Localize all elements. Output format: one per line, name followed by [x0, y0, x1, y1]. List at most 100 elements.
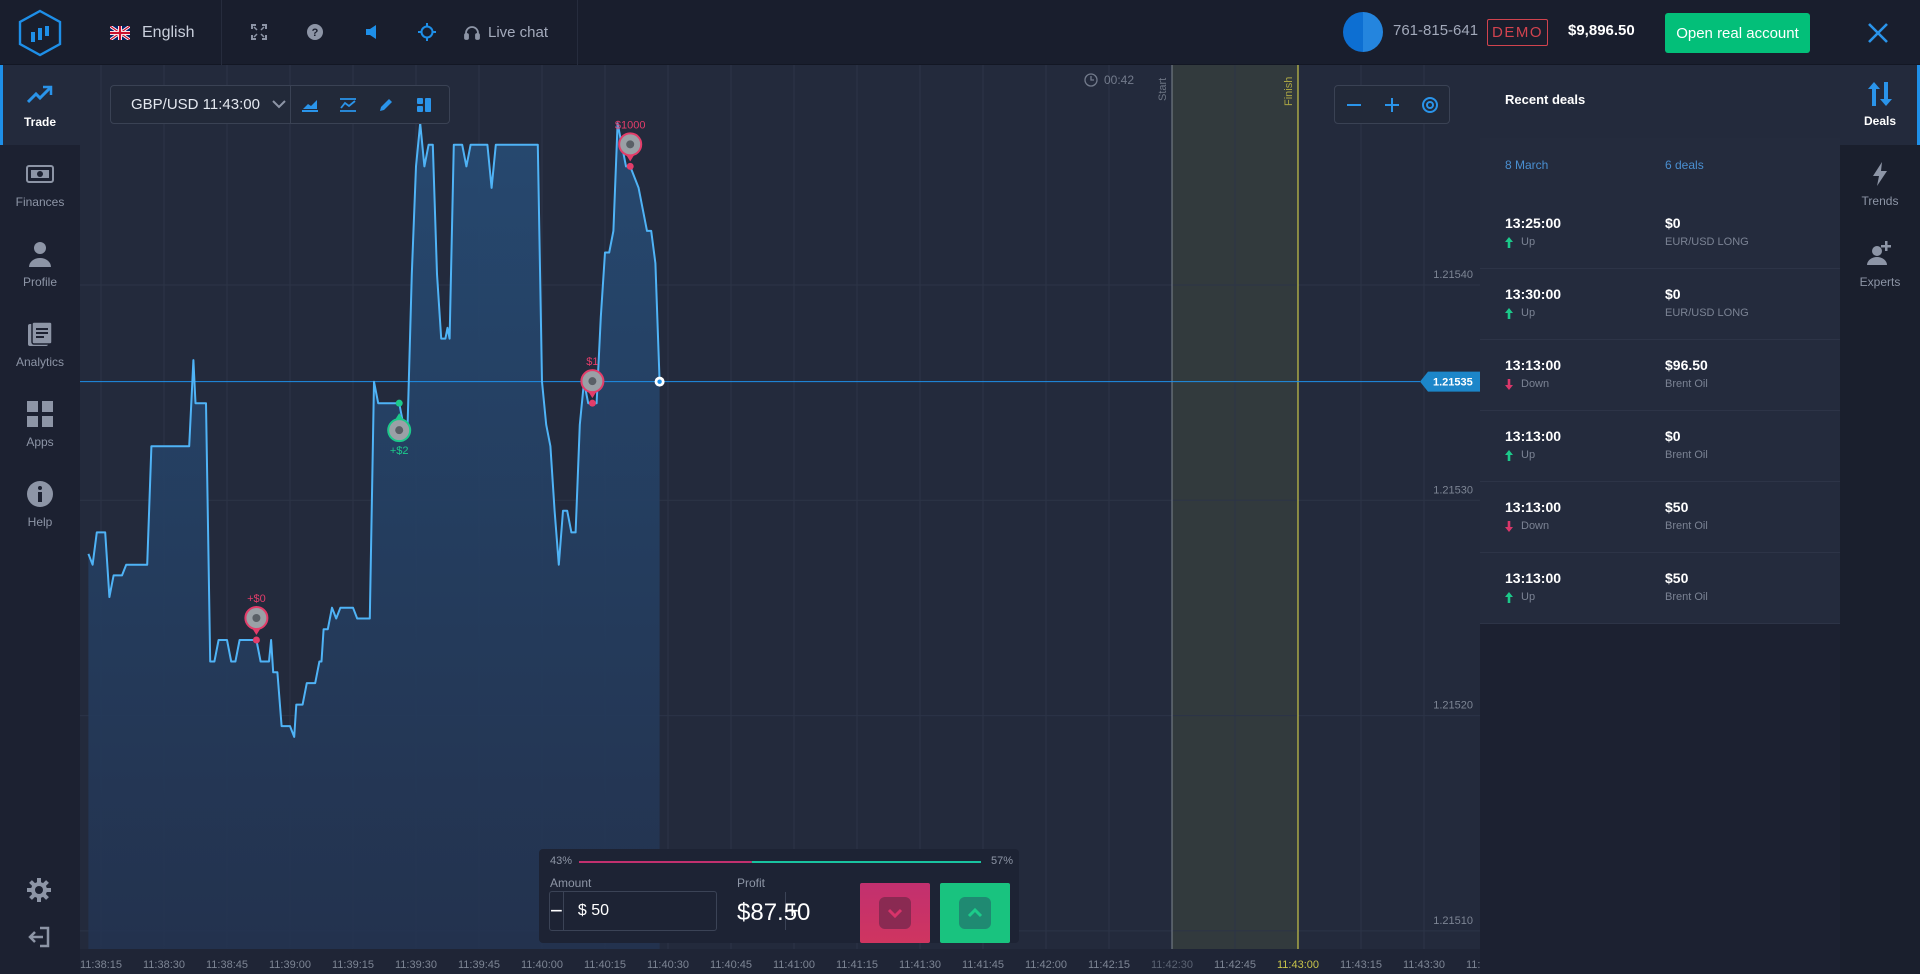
headset-icon — [464, 25, 480, 40]
y-tick-label: 1.21540 — [1433, 269, 1473, 281]
language-label: English — [142, 23, 195, 41]
x-tick-label: 11:43:15 — [1340, 959, 1382, 971]
deal-avatar-detail — [395, 426, 404, 435]
profit-label: Profit — [737, 876, 766, 890]
x-tick-label: 11:41:30 — [899, 959, 941, 971]
deal-row[interactable]: 13:13:00 Down $96.50 Brent Oil — [1480, 340, 1840, 411]
deal-row[interactable]: 13:25:00 Up $0 EUR/USD LONG — [1480, 198, 1840, 269]
deal-anchor-dot — [588, 399, 596, 407]
logout-icon[interactable] — [24, 922, 54, 952]
pencil-icon[interactable] — [367, 86, 405, 123]
current-price-label: 1.21535 — [1433, 377, 1473, 389]
arrow-up-icon — [1505, 591, 1513, 603]
sidebar-label: Finances — [15, 195, 65, 209]
sidebar-item-trade[interactable]: Trade — [0, 65, 80, 145]
amount-stepper: − + — [549, 891, 799, 931]
deal-asset: Brent Oil — [1665, 591, 1708, 603]
chart-toolbar: GBP/USD 11:43:00 — [110, 85, 450, 124]
x-tick-label: 11:40:15 — [584, 959, 626, 971]
deal-time: 13:30:00 — [1505, 286, 1562, 302]
sidebar-item-analytics[interactable]: Analytics — [0, 305, 80, 385]
document-icon — [26, 321, 54, 347]
grid-icon — [26, 401, 54, 427]
avatar[interactable] — [1343, 12, 1383, 52]
chart-canvas[interactable]: Start Finish +$0 +$2 $1 $1000 1.21540 1.21530 1.… — [80, 65, 1480, 974]
x-tick-label: 11:42:45 — [1214, 959, 1256, 971]
deals-list: 8 March 6 deals 13:25:00 Up $0 EUR/USD LONG… — [1480, 138, 1840, 974]
deal-direction: Down — [1505, 378, 1549, 390]
decrease-amount-button[interactable]: − — [550, 892, 563, 930]
gear-icon[interactable] — [24, 875, 54, 905]
sidebar-label: Apps — [26, 435, 54, 449]
deal-asset: EUR/USD LONG — [1665, 236, 1749, 248]
asset-selector[interactable]: GBP/USD 11:43:00 — [111, 86, 291, 123]
deal-asset: Brent Oil — [1665, 378, 1708, 390]
demo-badge[interactable]: DEMO — [1487, 19, 1548, 46]
deal-avatar-detail — [626, 140, 635, 149]
sidebar-item-profile[interactable]: Profile — [0, 225, 80, 305]
sidebar-item-trends[interactable]: Trends — [1840, 145, 1920, 225]
sidebar-label: Trends — [1861, 194, 1899, 208]
chevron-down-icon — [272, 100, 286, 109]
x-tick-label: 11:42:30 — [1151, 959, 1193, 971]
indicators-icon[interactable] — [329, 86, 367, 123]
profit-value: $87.50 — [737, 899, 811, 926]
sound-icon[interactable] — [360, 20, 384, 44]
zoom-out-button[interactable] — [1339, 90, 1369, 120]
trade-down-button[interactable] — [860, 883, 930, 943]
fullscreen-icon[interactable] — [247, 20, 271, 44]
layout-icon[interactable] — [405, 86, 443, 123]
deal-asset: Brent Oil — [1665, 520, 1708, 532]
deal-row[interactable]: 13:13:00 Up $0 Brent Oil — [1480, 411, 1840, 482]
x-tick-label: 11:41:00 — [773, 959, 815, 971]
price-chart[interactable]: Start Finish +$0 +$2 $1 $1000 1.21540 1.21530 1.… — [80, 65, 1480, 974]
sidebar-item-deals[interactable]: Deals — [1840, 65, 1920, 145]
deal-time: 13:13:00 — [1505, 499, 1562, 515]
center-target-icon[interactable] — [1415, 90, 1445, 120]
deal-direction: Up — [1505, 307, 1535, 319]
asset-label: GBP/USD 11:43:00 — [131, 96, 260, 113]
sidebar-item-apps[interactable]: Apps — [0, 385, 80, 465]
live-chat-button[interactable]: Live chat — [464, 0, 548, 65]
deal-amount: $96.50 — [1665, 357, 1708, 373]
arrow-down-icon — [1505, 520, 1513, 532]
open-real-account-button[interactable]: Open real account — [1665, 13, 1810, 53]
language-selector[interactable]: English — [110, 0, 194, 65]
deal-direction-label: Down — [1521, 378, 1550, 390]
deal-amount: $0 — [1665, 428, 1681, 444]
right-sidebar: Deals Trends Experts — [1840, 65, 1920, 974]
balance: $9,896.50 — [1568, 22, 1635, 39]
deal-direction-label: Up — [1521, 591, 1536, 603]
sidebar-label: Profile — [22, 275, 57, 289]
deal-row[interactable]: 13:30:00 Up $0 EUR/USD LONG — [1480, 269, 1840, 340]
trade-up-button[interactable] — [940, 883, 1010, 943]
top-bar: English ? Live chat 761-815-641 DEMO $9,… — [0, 0, 1920, 65]
sidebar-item-finances[interactable]: Finances — [0, 145, 80, 225]
uk-flag-icon — [110, 25, 130, 40]
arrow-down-icon — [1505, 378, 1513, 390]
crosshair-icon[interactable] — [415, 20, 439, 44]
deal-time: 13:13:00 — [1505, 357, 1562, 373]
account-id: 761-815-641 — [1393, 22, 1479, 39]
sentiment-up-segment — [751, 861, 981, 863]
start-label: Start — [1157, 78, 1169, 101]
zoom-in-button[interactable] — [1377, 90, 1407, 120]
sidebar-item-help[interactable]: Help — [0, 465, 80, 545]
area-chart-icon[interactable] — [291, 86, 329, 123]
x-tick-label: 11:38:45 — [206, 959, 248, 971]
close-icon[interactable] — [1864, 19, 1892, 47]
deal-row[interactable]: 13:13:00 Up $50 Brent Oil — [1480, 553, 1840, 624]
deal-anchor-dot — [626, 162, 634, 170]
deal-direction-label: Up — [1521, 307, 1536, 319]
help-icon[interactable]: ? — [303, 20, 327, 44]
up-percent: 57% — [991, 855, 1014, 867]
add-user-icon — [1867, 241, 1891, 265]
clock-icon — [1084, 73, 1098, 87]
deal-avatar-detail — [252, 614, 261, 623]
sidebar-item-experts[interactable]: Experts — [1840, 225, 1920, 305]
logo-icon[interactable] — [16, 8, 64, 58]
x-tick-label: 11:40:45 — [710, 959, 752, 971]
deal-row[interactable]: 13:13:00 Down $50 Brent Oil — [1480, 482, 1840, 553]
deal-amount: $0 — [1665, 215, 1681, 231]
up-down-arrows-icon — [1868, 82, 1892, 106]
